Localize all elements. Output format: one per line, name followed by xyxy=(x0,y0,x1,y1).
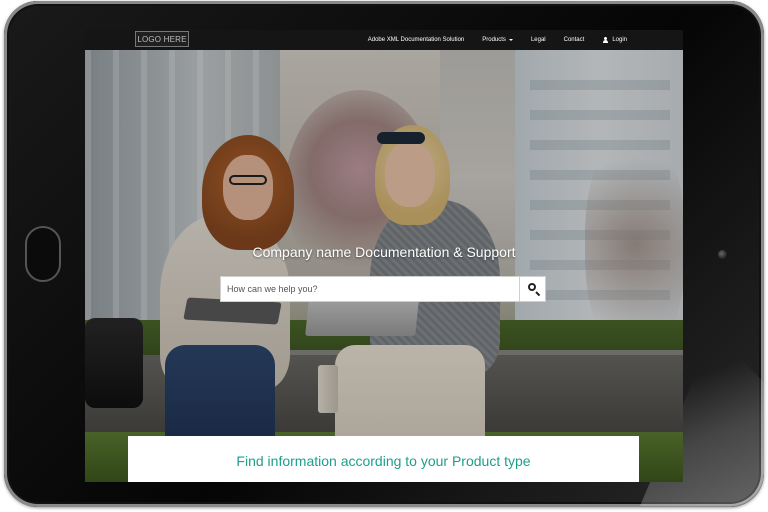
caret-down-icon xyxy=(508,39,513,41)
top-navbar: LOGO HERE Adobe XML Documentation Soluti… xyxy=(85,30,683,50)
nav-link-adobe-xml[interactable]: Adobe XML Documentation Solution xyxy=(368,37,465,43)
search-box xyxy=(220,276,546,302)
search-icon-handle xyxy=(535,291,541,297)
nav-link-login-label: Login xyxy=(612,37,627,43)
user-icon xyxy=(602,36,609,44)
tablet-screen: LOGO HERE Adobe XML Documentation Soluti… xyxy=(85,30,683,482)
tablet-home-button xyxy=(25,226,61,282)
search-button[interactable] xyxy=(519,276,546,302)
nav-links: Adobe XML Documentation Solution Product… xyxy=(368,30,627,50)
nav-link-login[interactable]: Login xyxy=(602,36,627,44)
product-type-heading: Find information according to your Produ… xyxy=(236,453,531,469)
product-type-panel: Find information according to your Produ… xyxy=(128,436,639,482)
hero-overlay xyxy=(85,50,683,482)
search-input[interactable] xyxy=(220,276,519,302)
nav-link-contact[interactable]: Contact xyxy=(564,37,585,43)
tablet-camera xyxy=(718,250,727,259)
hero-title: Company name Documentation & Support xyxy=(252,244,516,260)
nav-link-products[interactable]: Products xyxy=(482,37,513,43)
nav-link-legal[interactable]: Legal xyxy=(531,37,546,43)
search-icon xyxy=(528,283,536,291)
logo[interactable]: LOGO HERE xyxy=(135,31,189,47)
nav-link-products-label: Products xyxy=(482,37,506,43)
